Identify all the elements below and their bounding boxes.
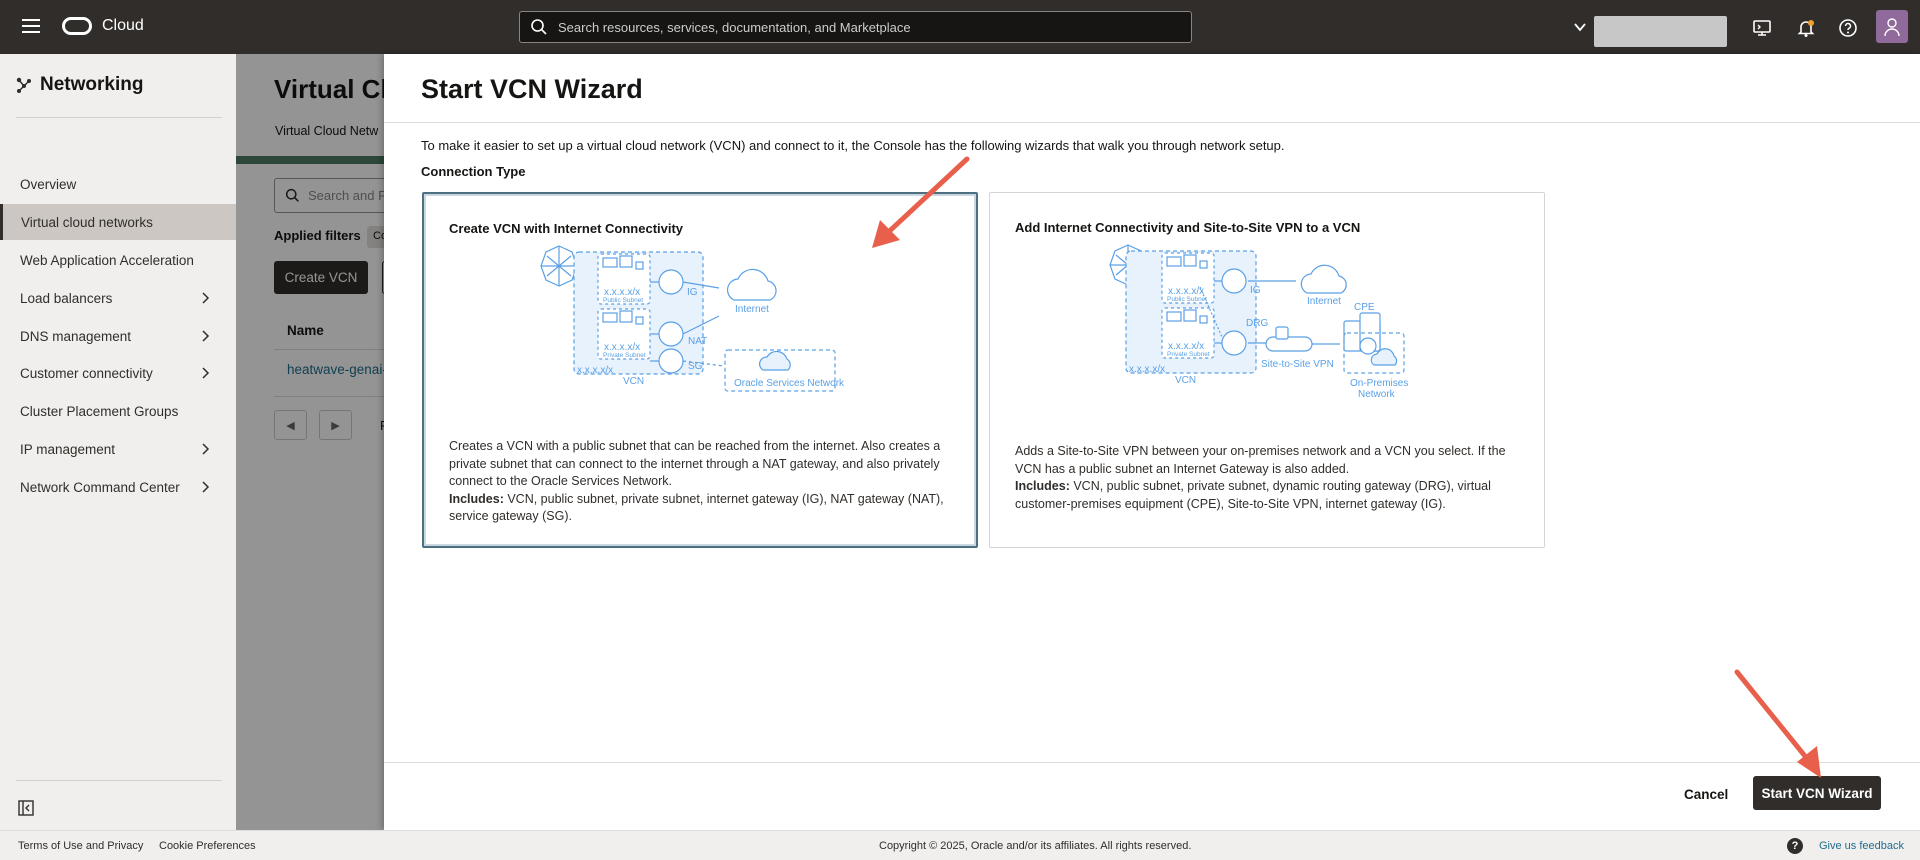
diagram-sg: SG — [688, 361, 703, 372]
diagram-cidr: x.x.x.x/x — [1129, 364, 1165, 375]
sidebar-item-label: Network Command Center — [20, 479, 180, 495]
diagram-public-subnet: Public Subnet — [1167, 296, 1207, 303]
diagram-osn: Oracle Services Network — [734, 378, 845, 389]
includes-text: VCN, public subnet, private subnet, inte… — [449, 491, 944, 524]
footer-bar: Terms of Use and Privacy Cookie Preferen… — [0, 830, 1920, 860]
diagram-internet: Internet — [735, 304, 769, 315]
notifications-bell-icon[interactable] — [1795, 17, 1817, 39]
user-avatar[interactable] — [1876, 10, 1908, 43]
networking-icon — [16, 77, 31, 93]
user-icon — [1884, 17, 1900, 36]
sidebar-item-ip-management[interactable]: IP management — [0, 431, 236, 467]
chevron-right-icon — [202, 367, 210, 379]
sidebar-item-web-application-acceleration[interactable]: Web Application Acceleration — [0, 242, 236, 278]
sidebar-item-label: Customer connectivity — [20, 365, 153, 381]
divider — [384, 122, 1920, 123]
panel-title: Start VCN Wizard — [421, 74, 643, 104]
sidebar-item-network-command-center[interactable]: Network Command Center — [0, 469, 236, 505]
chevron-down-icon[interactable] — [1572, 19, 1588, 35]
sidebar-item-label: DNS management — [20, 328, 132, 344]
nav-header: Networking — [16, 74, 143, 96]
sidebar-item-cluster-placement-groups[interactable]: Cluster Placement Groups — [0, 393, 236, 429]
diagram-cpe: CPE — [1354, 302, 1375, 313]
sidebar-item-virtual-cloud-networks[interactable]: Virtual cloud networks — [0, 204, 236, 240]
diagram-cidr: x.x.x.x/x — [577, 365, 613, 376]
includes-label: Includes: — [449, 491, 504, 506]
card-description: Creates a VCN with a public subnet that … — [449, 438, 959, 526]
diagram-nat: NAT — [688, 336, 707, 347]
help-icon[interactable] — [1837, 17, 1859, 39]
intro-text: To make it easier to set up a virtual cl… — [421, 138, 1285, 153]
feedback-link[interactable]: Give us feedback — [1819, 840, 1904, 852]
sidebar-item-label: Load balancers — [20, 290, 113, 306]
diagram-ig: IG — [1250, 285, 1261, 296]
left-navigation: Networking Overview Virtual cloud network… — [0, 54, 236, 830]
internet-connectivity-diagram-icon: x.x.x.x/x Public Subnet x.x.x.x/x Privat… — [540, 245, 845, 392]
sidebar-item-customer-connectivity[interactable]: Customer connectivity — [0, 355, 236, 391]
modal-overlay[interactable] — [236, 54, 386, 830]
diagram-private-subnet: Private Subnet — [603, 352, 646, 359]
top-bar: Cloud Search resources, services, docume… — [0, 0, 1920, 54]
oracle-logo-icon[interactable] — [62, 17, 92, 35]
nav-title: Networking — [40, 74, 144, 95]
chevron-right-icon — [202, 292, 210, 304]
diagram-vcn: VCN — [623, 376, 644, 387]
includes-label: Includes: — [1015, 479, 1070, 493]
cancel-button[interactable]: Cancel — [1684, 787, 1728, 802]
diagram-ig: IG — [687, 287, 698, 298]
sidebar-item-load-balancers[interactable]: Load balancers — [0, 280, 236, 316]
sidebar-item-label: Virtual cloud networks — [21, 214, 153, 230]
card-description-text: Adds a Site-to-Site VPN between your on-… — [1015, 444, 1506, 476]
divider — [384, 762, 1920, 763]
sidebar-item-label: Cluster Placement Groups — [20, 403, 179, 419]
sidebar-item-label: Web Application Acceleration — [20, 252, 194, 268]
sidebar-item-label: Overview — [20, 176, 77, 192]
copyright-text: Copyright © 2025, Oracle and/or its affi… — [879, 840, 1192, 852]
sidebar-item-label: IP management — [20, 441, 116, 457]
diagram-drg: DRG — [1246, 318, 1268, 329]
diagram-onprem-network: Network — [1358, 389, 1396, 400]
card-description-text: Creates a VCN with a public subnet that … — [449, 439, 941, 488]
connection-type-label: Connection Type — [421, 164, 526, 179]
chevron-right-icon — [202, 481, 210, 493]
diagram-private-subnet: Private Subnet — [1167, 351, 1210, 358]
chevron-right-icon — [202, 330, 210, 342]
sidebar-item-overview[interactable]: Overview — [0, 166, 236, 202]
collapse-sidebar-icon[interactable] — [18, 800, 34, 816]
menu-icon[interactable] — [22, 19, 40, 33]
terms-link[interactable]: Terms of Use and Privacy — [18, 840, 143, 852]
card-internet-connectivity[interactable]: Create VCN with Internet Connectivity x.… — [422, 192, 978, 548]
brand-label[interactable]: Cloud — [102, 17, 144, 35]
diagram-public-subnet: Public Subnet — [603, 297, 643, 304]
start-vcn-wizard-button[interactable]: Start VCN Wizard — [1753, 776, 1881, 810]
start-vcn-wizard-panel: Start VCN Wizard To make it easier to se… — [384, 54, 1920, 830]
site-to-site-vpn-diagram-icon: x.x.x.x/x Public Subnet x.x.x.x/x Privat… — [1109, 244, 1408, 400]
diagram-vpn: Site-to-Site VPN — [1261, 359, 1334, 370]
chevron-right-icon — [202, 443, 210, 455]
card-site-to-site-vpn[interactable]: Add Internet Connectivity and Site-to-Si… — [989, 192, 1545, 548]
card-description: Adds a Site-to-Site VPN between your on-… — [1015, 443, 1525, 513]
cookie-preferences-link[interactable]: Cookie Preferences — [159, 840, 256, 852]
card-title: Create VCN with Internet Connectivity — [449, 221, 684, 236]
search-placeholder: Search resources, services, documentatio… — [558, 19, 911, 35]
card-title: Add Internet Connectivity and Site-to-Si… — [1015, 220, 1361, 235]
includes-text: VCN, public subnet, private subnet, dyna… — [1015, 479, 1491, 511]
help-circle-icon[interactable]: ? — [1787, 838, 1803, 854]
global-search-input[interactable]: Search resources, services, documentatio… — [519, 11, 1192, 43]
search-icon — [531, 19, 547, 35]
sidebar-item-dns-management[interactable]: DNS management — [0, 318, 236, 354]
region-selector[interactable] — [1594, 16, 1727, 47]
diagram-vcn: VCN — [1175, 375, 1196, 386]
diagram-internet: Internet — [1307, 296, 1341, 307]
divider — [16, 117, 222, 118]
cloud-shell-icon[interactable] — [1751, 17, 1773, 39]
divider — [16, 780, 222, 781]
diagram-onprem: On-Premises — [1350, 378, 1408, 389]
